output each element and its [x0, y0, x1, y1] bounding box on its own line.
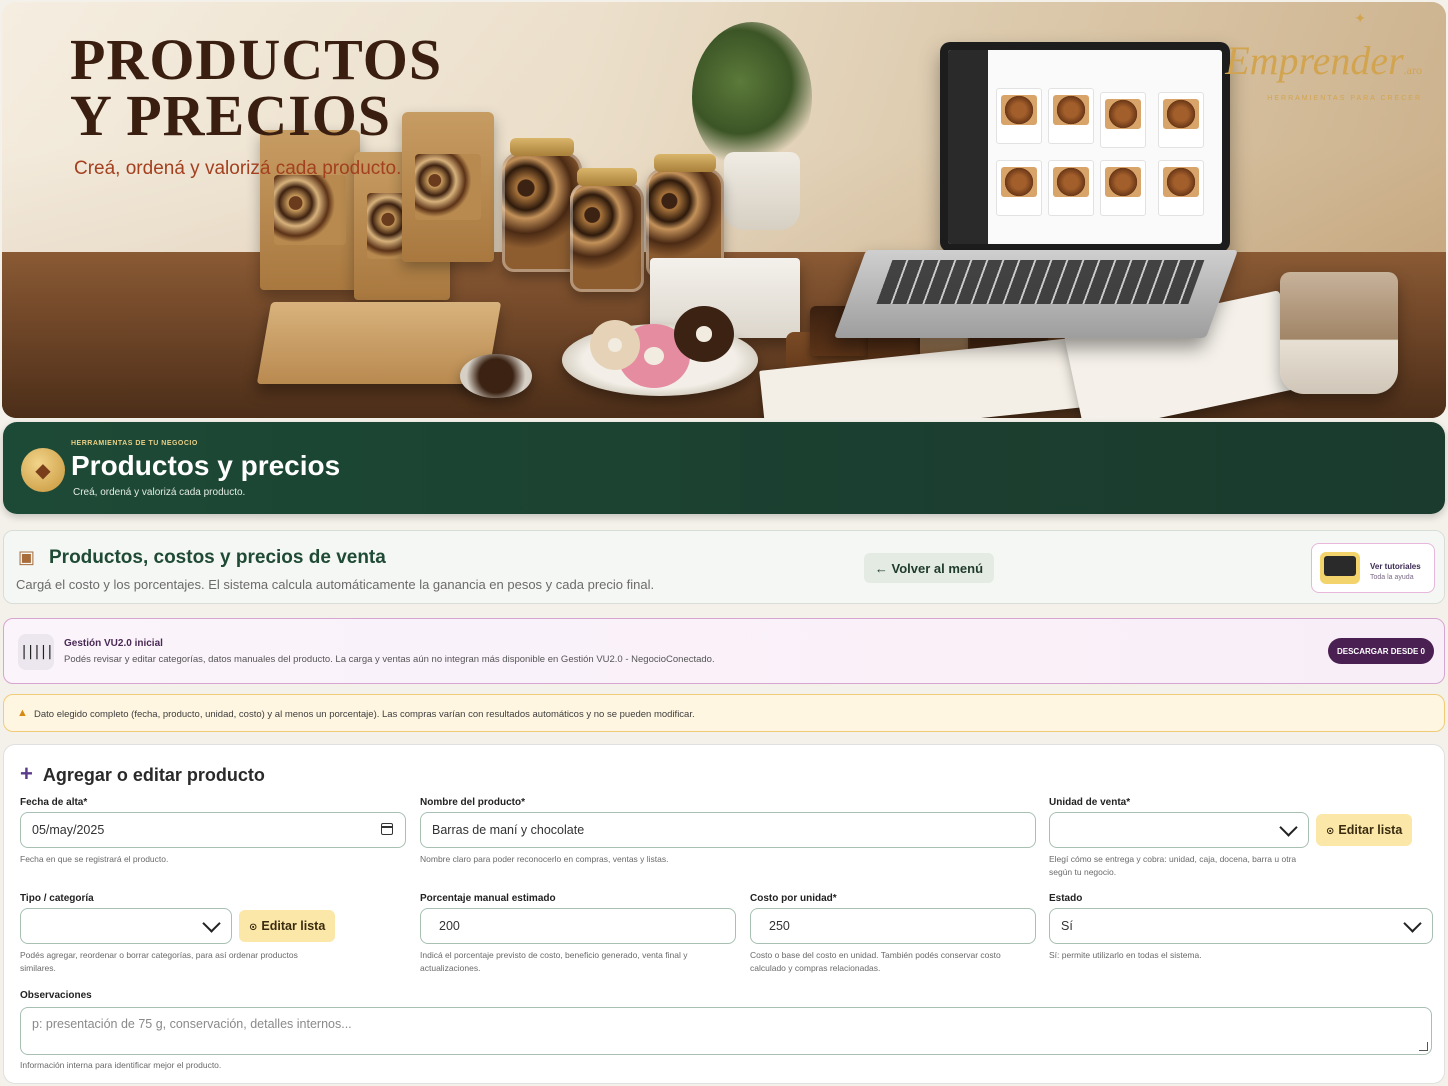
banner-text: Podés revisar y editar categorías, datos…: [64, 654, 715, 665]
section-card: ▣ Productos, costos y precios de venta C…: [3, 530, 1445, 604]
back-to-menu-button[interactable]: ← Volver al menú: [864, 553, 994, 583]
banner-title: Gestión VU2.0 inicial: [64, 638, 163, 649]
info-banner: ||||| Gestión VU2.0 inicial Podés revisa…: [3, 618, 1445, 684]
section-title: Productos, costos y precios de venta: [49, 547, 386, 568]
nombre-input[interactable]: Barras de maní y chocolate: [420, 812, 1036, 848]
porcentaje-input[interactable]: 200: [420, 908, 736, 944]
barcode-icon: |||||: [18, 634, 54, 670]
circle-icon: ⊙: [249, 922, 258, 933]
cup-illustration: [1280, 272, 1398, 394]
header-kicker: HERRAMIENTAS DE TU NEGOCIO: [71, 440, 198, 447]
warning-text: Dato elegido completo (fecha, producto, …: [34, 709, 695, 720]
tipo-help: Podés agregar, reordenar o borrar catego…: [20, 950, 298, 973]
tutorials-button[interactable]: Ver tutoriales Toda la ayuda: [1311, 543, 1435, 593]
donut-illustration: [674, 306, 734, 362]
unidad-edit-list-button[interactable]: ⊙ Editar lista: [1316, 814, 1413, 846]
hero-subtitle: Creá, ordená y valorizá cada producto.: [74, 158, 402, 179]
observaciones-help: Información interna para identificar mej…: [20, 1060, 222, 1070]
unidad-select[interactable]: [1049, 812, 1309, 848]
fecha-input[interactable]: 05/may/2025: [20, 812, 406, 848]
costo-input[interactable]: 250: [750, 908, 1036, 944]
tipo-label: Tipo / categoría: [20, 893, 94, 904]
jar-illustration: [570, 168, 644, 292]
page-subtitle: Creá, ordená y valorizá cada producto.: [73, 487, 246, 498]
product-form: + Agregar o editar producto Fecha de alta…: [3, 744, 1445, 1084]
tipo-edit-list-button[interactable]: ⊙ Editar lista: [239, 910, 336, 942]
hero-title: PRODUCTOS Y PRECIOS: [70, 27, 443, 148]
chevron-down-icon: [203, 917, 221, 935]
sparkle-icon: ✦: [1354, 10, 1366, 26]
calendar-icon[interactable]: [381, 823, 393, 835]
warning-alert: ▲ Dato elegido completo (fecha, producto…: [3, 694, 1445, 732]
chevron-down-icon: [1404, 917, 1422, 935]
unidad-help: Elegí cómo se entrega y cobra: unidad, c…: [1049, 854, 1297, 877]
page-header: ◆ HERRAMIENTAS DE TU NEGOCIO Productos y…: [3, 422, 1445, 514]
laptop-illustration: [940, 42, 1230, 252]
tipo-select[interactable]: [20, 908, 232, 944]
porcentaje-label: Porcentaje manual estimado: [420, 893, 556, 904]
section-description: Cargá el costo y los porcentajes. El sis…: [16, 577, 655, 592]
form-title: + Agregar o editar producto: [20, 761, 265, 786]
costo-label: Costo por unidad*: [750, 893, 837, 904]
porcentaje-help: Indicá el porcentaje previsto de costo, …: [420, 950, 688, 973]
estado-help: Sí: permite utilizarlo en todas el siste…: [1049, 950, 1202, 960]
costo-help: Costo o base del costo en unidad. Tambié…: [750, 950, 1001, 973]
chevron-down-icon: [1280, 821, 1298, 839]
tutorials-label: Ver tutoriales: [1370, 562, 1421, 571]
tutorial-video-icon: [1320, 552, 1360, 584]
estado-select[interactable]: Sí: [1049, 908, 1433, 944]
download-button[interactable]: DESCARGAR DESDE 0: [1328, 638, 1434, 664]
hero-banner: PRODUCTOS Y PRECIOS Creá, ordená y valor…: [2, 2, 1446, 418]
package-icon: ◆: [21, 448, 65, 492]
laptop-keyboard-illustration: [833, 250, 1239, 338]
estado-label: Estado: [1049, 893, 1083, 904]
observaciones-textarea[interactable]: p: presentación de 75 g, conservación, d…: [20, 1007, 1432, 1055]
donut-illustration: [590, 320, 640, 370]
plant-pot-illustration: [724, 152, 800, 230]
brand-logo: ✦ Emprender.aro HERRAMIENTAS PARA CRECER: [1225, 10, 1422, 102]
nombre-label: Nombre del producto*: [420, 797, 526, 808]
plant-illustration: [692, 22, 812, 172]
box-icon: ▣: [18, 547, 36, 567]
bowl-illustration: [460, 354, 532, 398]
nombre-help: Nombre claro para poder reconocerlo en c…: [420, 854, 669, 864]
page-title: Productos y precios: [71, 450, 341, 481]
plus-icon: +: [20, 761, 33, 786]
circle-icon: ⊙: [1326, 826, 1335, 837]
fecha-help: Fecha en que se registrará el producto.: [20, 854, 169, 864]
snack-bag-illustration: [260, 130, 360, 290]
warning-icon: ▲: [17, 707, 28, 719]
unidad-label: Unidad de venta*: [1049, 797, 1131, 808]
observaciones-label: Observaciones: [20, 990, 92, 1001]
resize-handle[interactable]: [1419, 1042, 1428, 1051]
tutorials-sublabel: Toda la ayuda: [1370, 574, 1414, 581]
fecha-label: Fecha de alta*: [20, 797, 88, 808]
